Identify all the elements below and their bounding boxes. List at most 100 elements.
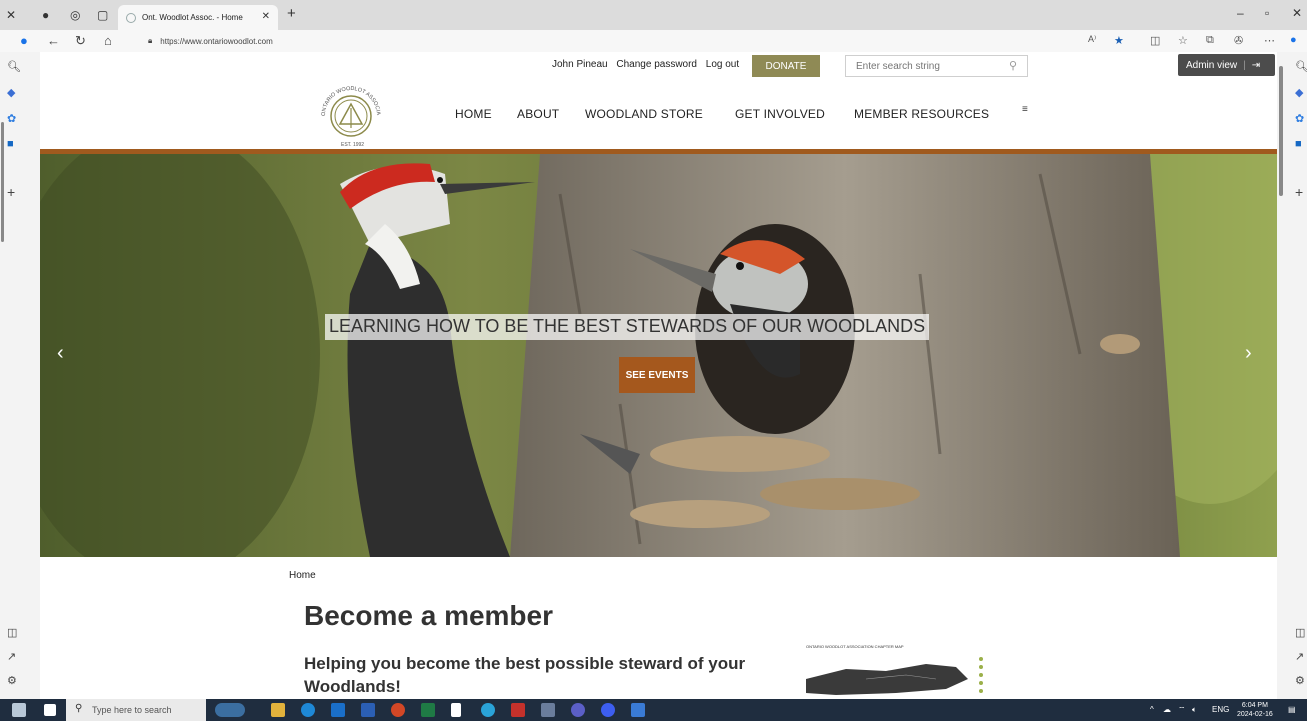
zoom-taskbar-icon[interactable]: [601, 703, 615, 717]
search-icon[interactable]: 🔍︎: [1295, 60, 1307, 73]
nav-member-resources[interactable]: MEMBER RESOURCES: [854, 107, 989, 121]
close-window-icon[interactable]: ✕: [6, 8, 16, 22]
logout-link[interactable]: Log out: [706, 59, 739, 70]
active-tab[interactable]: Ont. Woodlot Assoc. - Home ✕: [118, 5, 278, 30]
url-field[interactable]: 🔒︎ https://www.ontariowoodlot.com: [138, 32, 1078, 50]
photos-taskbar-icon[interactable]: [631, 703, 645, 717]
account-links: John Pineau Change password Log out: [552, 59, 745, 70]
collections-icon[interactable]: ⧉: [1206, 34, 1214, 47]
more-icon[interactable]: ⋯: [1264, 34, 1275, 47]
file-explorer-icon[interactable]: [271, 703, 285, 717]
page-viewport: John Pineau Change password Log out DONA…: [40, 52, 1277, 699]
calculator-taskbar-icon[interactable]: [541, 703, 555, 717]
tools-icon[interactable]: ✿: [1295, 112, 1304, 125]
url-text: https://www.ontariowoodlot.com: [160, 36, 273, 46]
teams-taskbar-icon[interactable]: [571, 703, 585, 717]
taskbar-search[interactable]: ⚲ Type here to search: [66, 699, 206, 721]
outlook-icon[interactable]: ■: [7, 138, 14, 150]
taskbar-search-placeholder: Type here to search: [92, 705, 172, 715]
outlook-icon[interactable]: ■: [1295, 138, 1302, 150]
split-icon[interactable]: ◫: [1295, 626, 1305, 639]
left-scrollbar[interactable]: [0, 112, 5, 252]
address-bar-row: ● ← ↻ ⌂ 🔒︎ https://www.ontariowoodlot.co…: [0, 30, 1307, 52]
network-icon[interactable]: ⌔: [1178, 705, 1186, 715]
system-clock[interactable]: 6:04 PM 2024-02-16: [1237, 701, 1273, 719]
read-aloud-icon[interactable]: A⁾: [1088, 34, 1096, 45]
collections-icon[interactable]: ◎: [70, 8, 80, 22]
carousel-next-icon[interactable]: ›: [1245, 342, 1252, 365]
search-input[interactable]: [856, 60, 1001, 72]
settings-icon[interactable]: ⚙: [7, 674, 17, 687]
carousel-indicators: [570, 550, 740, 557]
search-icon: ⚲: [75, 703, 83, 714]
favorite-star-icon[interactable]: ★: [1114, 34, 1124, 47]
nav-get-involved[interactable]: GET INVOLVED: [735, 107, 825, 121]
new-tab-icon[interactable]: +: [287, 5, 296, 22]
shopping-icon[interactable]: ◆: [1295, 86, 1303, 99]
admin-view-label: Admin view: [1186, 59, 1238, 71]
clock-time: 6:04 PM: [1241, 702, 1268, 709]
tray-chevron-icon[interactable]: ^: [1150, 705, 1154, 714]
desktop-icon[interactable]: [12, 703, 26, 717]
start-windows-icon[interactable]: [44, 704, 56, 716]
shopping-icon[interactable]: ◆: [7, 86, 15, 99]
user-name-link[interactable]: John Pineau: [552, 59, 608, 70]
nav-home[interactable]: HOME: [455, 107, 492, 121]
language-indicator[interactable]: ENG: [1212, 705, 1229, 714]
hero-carousel: LEARNING HOW TO BE THE BEST STEWARDS OF …: [40, 154, 1277, 557]
share-icon[interactable]: ↗: [1295, 650, 1304, 663]
minimize-icon[interactable]: –: [1237, 6, 1244, 20]
breadcrumb[interactable]: Home: [289, 570, 316, 581]
settings-icon[interactable]: ⚙: [1295, 674, 1305, 687]
onedrive-icon[interactable]: ☁: [1163, 705, 1171, 714]
volume-icon[interactable]: 🔈︎: [1192, 705, 1197, 715]
notepad-taskbar-icon[interactable]: [451, 703, 461, 717]
share-icon[interactable]: ↗: [7, 650, 16, 663]
see-events-button[interactable]: SEE EVENTS: [619, 357, 695, 393]
split-icon[interactable]: ◫: [7, 626, 17, 639]
nav-about[interactable]: ABOUT: [517, 107, 559, 121]
hero-title: LEARNING HOW TO BE THE BEST STEWARDS OF …: [325, 314, 930, 340]
menu-icon[interactable]: ≡: [1022, 104, 1028, 115]
profile-icon[interactable]: ●: [42, 8, 49, 22]
clock-date: 2024-02-16: [1237, 711, 1273, 718]
tab-actions-icon[interactable]: ▢: [97, 8, 108, 22]
carousel-prev-icon[interactable]: ‹: [57, 342, 64, 365]
change-password-link[interactable]: Change password: [616, 59, 697, 70]
search-icon[interactable]: 🔍︎: [7, 60, 21, 73]
search-icon[interactable]: ⚲: [1009, 59, 1017, 72]
extensions-icon[interactable]: ✇: [1234, 34, 1243, 47]
notifications-icon[interactable]: ▤: [1288, 705, 1296, 714]
back-icon[interactable]: ←: [47, 33, 60, 48]
tools-icon[interactable]: ✿: [7, 112, 16, 125]
donate-button[interactable]: DONATE: [752, 55, 820, 77]
favorites-icon[interactable]: ☆: [1178, 34, 1188, 47]
edge-logo-icon[interactable]: ●: [20, 33, 28, 48]
logo-est-text: EST. 1992: [341, 142, 364, 148]
site-logo[interactable]: ONTARIO WOODLOT ASSOCIATION EST. 1992: [311, 74, 389, 150]
nav-woodland-store[interactable]: WOODLAND STORE: [585, 107, 703, 121]
refresh-icon[interactable]: ↻: [75, 33, 86, 49]
site-search: ⚲: [845, 55, 1028, 77]
close-icon[interactable]: ✕: [1292, 6, 1302, 20]
page-subheading: Helping you become the best possible ste…: [304, 654, 746, 696]
admin-view-button[interactable]: Admin view | ⇥: [1178, 54, 1275, 76]
acrobat-taskbar-icon[interactable]: [511, 703, 525, 717]
chrome-taskbar-icon[interactable]: [481, 703, 495, 717]
word-taskbar-icon[interactable]: [361, 703, 375, 717]
left-sidebar: 🔍︎ ◆ ✿ ■ + ◫ ↗ ⚙: [0, 52, 26, 699]
home-icon[interactable]: ⌂: [104, 33, 112, 48]
chapter-map-image[interactable]: ONTARIO WOODLOT ASSOCIATION CHAPTER MAP: [806, 644, 1016, 699]
page-scrollbar[interactable]: [1278, 60, 1284, 680]
restore-icon[interactable]: ▫: [1265, 6, 1269, 20]
add-icon[interactable]: +: [1295, 184, 1303, 200]
close-tab-icon[interactable]: ✕: [262, 11, 270, 22]
add-icon[interactable]: +: [7, 184, 15, 200]
edge-taskbar-icon[interactable]: [301, 703, 315, 717]
excel-taskbar-icon[interactable]: [421, 703, 435, 717]
outlook-taskbar-icon[interactable]: [331, 703, 345, 717]
news-weather-icon[interactable]: [215, 703, 245, 717]
powerpoint-taskbar-icon[interactable]: [391, 703, 405, 717]
copilot-icon[interactable]: ●: [1290, 34, 1297, 46]
split-screen-icon[interactable]: ◫: [1150, 34, 1160, 47]
